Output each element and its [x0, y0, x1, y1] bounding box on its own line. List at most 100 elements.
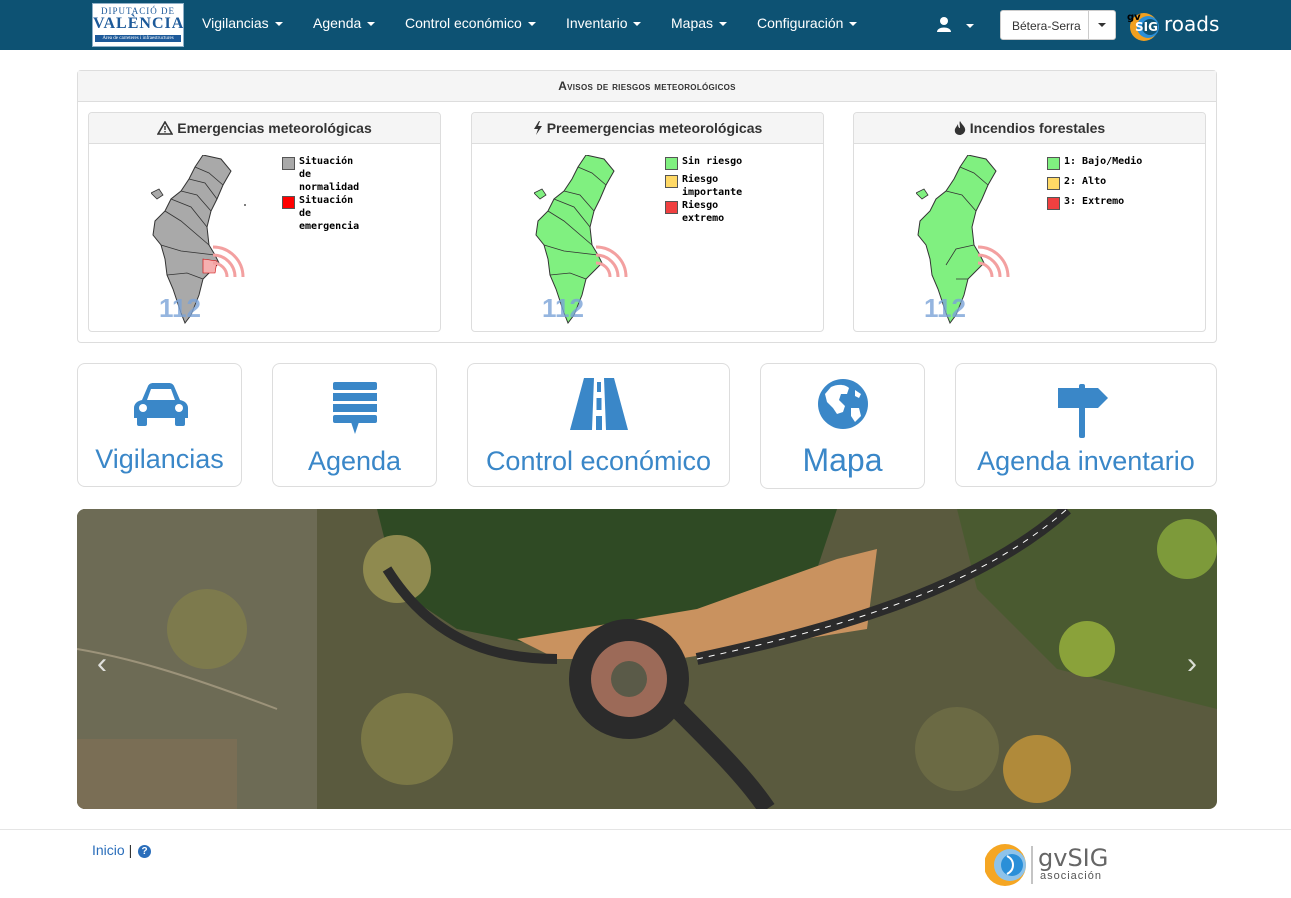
footer-links: Inicio | ? — [92, 842, 152, 858]
valencia-region-map[interactable]: 112 — [151, 155, 251, 325]
nav-menu-control-economico[interactable]: Control económico — [405, 15, 536, 31]
tile-label: Mapa — [802, 442, 883, 478]
footer-separator: | — [128, 842, 133, 858]
alert-panel-emergencias: Emergencias meteorológicas 112 Situación… — [88, 112, 441, 332]
legend-swatch — [665, 201, 678, 214]
nav-label: Vigilancias — [202, 15, 269, 31]
legend-label: Situación de emergencia — [299, 195, 360, 232]
legend-item: 2: Alto — [1047, 175, 1147, 190]
legend-label: Situación de normalidad — [299, 156, 360, 193]
legend-item: Situación de emergencia — [282, 194, 362, 233]
tile-mapa[interactable]: Mapa — [760, 363, 925, 489]
legend-label: 3: Extremo — [1064, 196, 1125, 207]
valencia-region-map[interactable]: 112 — [534, 155, 634, 325]
legend-item: Sin riesgo — [665, 155, 745, 170]
nav-label: Control económico — [405, 15, 522, 31]
chat-list-icon — [333, 382, 377, 434]
tile-label: Agenda — [307, 446, 402, 476]
tile-vigilancias[interactable]: Vigilancias — [77, 363, 242, 487]
bolt-icon — [533, 121, 542, 135]
legend-item: 3: Extremo — [1047, 195, 1147, 210]
zone-selector-toggle[interactable] — [1088, 11, 1115, 39]
gvsig-org-name: gvSIG — [1038, 844, 1109, 872]
footer-home-link[interactable]: Inicio — [92, 842, 125, 858]
map-legend: 1: Bajo/Medio 2: Alto 3: Extremo — [1047, 155, 1147, 210]
badge-112: 112 — [924, 293, 966, 323]
legend-label: Riesgo importante — [682, 174, 743, 198]
help-icon[interactable]: ? — [138, 845, 152, 858]
globe-icon — [818, 379, 868, 429]
gvsig-org-sub: asociación — [1040, 870, 1102, 882]
nav-menu-mapas[interactable]: Mapas — [671, 15, 728, 31]
user-menu-caret-icon[interactable] — [966, 24, 974, 28]
nav-label: Inventario — [566, 15, 628, 31]
legend-swatch — [665, 175, 678, 188]
valencia-region-map[interactable]: 112 — [916, 155, 1016, 325]
photo-carousel[interactable]: ‹ › — [77, 509, 1217, 809]
car-icon — [134, 383, 188, 426]
legend-swatch — [282, 196, 295, 209]
fire-icon — [954, 121, 965, 135]
gvsig-mark-icon: gv SIG — [1127, 12, 1159, 41]
map-legend: Sin riesgo Riesgo importante Riesgo extr… — [665, 155, 745, 225]
legend-label: 2: Alto — [1064, 176, 1107, 187]
tile-label: Control económico — [485, 446, 712, 476]
caret-down-icon — [274, 22, 283, 27]
nav-label: Mapas — [671, 15, 714, 31]
alert-panel-title: Emergencias meteorológicas — [177, 120, 372, 136]
legend-item: Riesgo extremo — [665, 199, 745, 225]
road-icon — [570, 378, 628, 430]
logo-line-3: Àrea de carreteres i infraestructures — [95, 35, 181, 42]
legend-swatch — [1047, 157, 1060, 170]
nav-menu-inventario[interactable]: Inventario — [566, 15, 642, 31]
tile-label: Vigilancias — [95, 444, 224, 474]
tile-agenda-inventario[interactable]: Agenda inventario — [955, 363, 1217, 487]
top-navbar: DIPUTACIÓ DE VALÈNCIA Àrea de carreteres… — [0, 0, 1291, 50]
nav-menu-agenda[interactable]: Agenda — [313, 15, 376, 31]
signpost-icon — [1058, 384, 1108, 438]
caret-down-icon — [1098, 23, 1106, 27]
gvsig-asociacion-logo[interactable]: gvSIG asociación — [984, 842, 1109, 888]
weather-alerts-title: Avisos de riesgos meteorológicos — [78, 71, 1216, 102]
zone-selector-value: Bétera-Serra — [1012, 19, 1081, 33]
legend-label: 1: Bajo/Medio — [1064, 156, 1143, 167]
tile-control-economico[interactable]: Control económico — [467, 363, 730, 487]
gvsig-roads-text: roads — [1164, 12, 1220, 36]
nav-menu-vigilancias[interactable]: Vigilancias — [202, 15, 283, 31]
tile-label: Agenda inventario — [977, 446, 1195, 476]
legend-label: Riesgo extremo — [682, 200, 725, 224]
legend-swatch — [1047, 197, 1060, 210]
caret-down-icon — [719, 22, 728, 27]
legend-swatch — [665, 157, 678, 170]
alert-panel-header: Incendios forestales — [854, 113, 1205, 144]
aerial-roundabout-photo — [77, 509, 1217, 809]
alert-panel-preemergencias: Preemergencias meteorológicas 112 Sin ri… — [471, 112, 824, 332]
legend-swatch — [282, 157, 295, 170]
alert-panel-title: Preemergencias meteorológicas — [546, 120, 763, 136]
carousel-next-button[interactable]: › — [1187, 649, 1197, 679]
alert-panel-header: Preemergencias meteorológicas — [472, 113, 823, 144]
user-icon[interactable] — [936, 16, 952, 32]
legend-item: Situación de normalidad — [282, 155, 362, 194]
gvsig-roads-logo[interactable]: gv SIG roads — [1126, 6, 1220, 44]
nav-menu-configuracion[interactable]: Configuración — [757, 15, 858, 31]
logo-line-2: VALÈNCIA — [93, 15, 185, 32]
map-legend: Situación de normalidad Situación de eme… — [282, 155, 362, 233]
nav-label: Agenda — [313, 15, 362, 31]
legend-label: Sin riesgo — [682, 156, 743, 167]
alert-panel-title: Incendios forestales — [969, 120, 1106, 136]
tile-agenda[interactable]: Agenda — [272, 363, 437, 487]
legend-item: Riesgo importante — [665, 173, 745, 199]
weather-alerts-panel: Avisos de riesgos meteorológicos Emergen… — [77, 70, 1217, 343]
caret-down-icon — [849, 22, 858, 27]
diputacio-logo[interactable]: DIPUTACIÓ DE VALÈNCIA Àrea de carreteres… — [92, 3, 184, 47]
footer-divider — [0, 829, 1291, 830]
caret-down-icon — [527, 22, 536, 27]
carousel-prev-button[interactable]: ‹ — [97, 649, 107, 679]
caret-down-icon — [367, 22, 376, 27]
caret-down-icon — [633, 22, 642, 27]
zone-selector[interactable]: Bétera-Serra — [1000, 10, 1116, 40]
badge-112: 112 — [159, 293, 201, 323]
legend-swatch — [1047, 177, 1060, 190]
gvsig-sig-text: SIG — [1135, 20, 1158, 34]
